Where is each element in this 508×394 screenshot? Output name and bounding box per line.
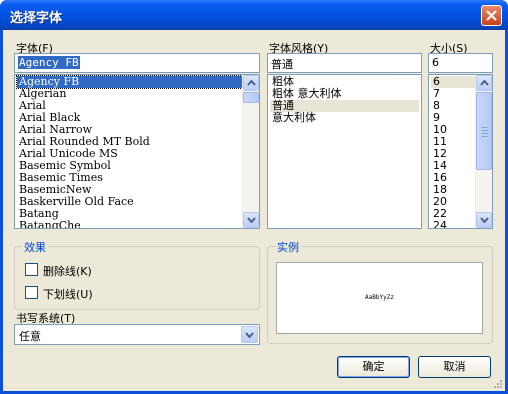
font-scroll-down-button[interactable] bbox=[243, 212, 259, 228]
strikeout-checkbox[interactable] bbox=[25, 263, 38, 276]
underline-label[interactable]: 下划线(U) bbox=[43, 286, 93, 302]
close-icon bbox=[486, 10, 497, 21]
chevron-down-icon bbox=[245, 332, 254, 338]
effects-group-title: 效果 bbox=[22, 239, 48, 255]
style-list[interactable]: 粗体 粗体 意大利体 普通 意大利体 bbox=[267, 74, 422, 229]
style-input[interactable]: 普通 bbox=[267, 53, 422, 73]
script-combobox[interactable]: 任意 bbox=[14, 324, 260, 345]
size-scroll-down-button[interactable] bbox=[476, 212, 492, 228]
chevron-down-icon bbox=[247, 217, 256, 223]
script-value: 任意 bbox=[19, 330, 41, 343]
sample-preview: AaBbYyZz bbox=[276, 262, 483, 334]
strikeout-label[interactable]: 删除线(K) bbox=[43, 263, 92, 279]
cancel-button[interactable]: 取消 bbox=[418, 356, 491, 378]
font-scroll-up-button[interactable] bbox=[243, 75, 259, 91]
font-list[interactable]: Agency FB Algerian Arial Arial Black Arial N… bbox=[14, 74, 260, 229]
font-list-item[interactable]: BatangChe bbox=[17, 220, 242, 229]
ok-button[interactable]: 确定 bbox=[337, 356, 410, 378]
size-scroll-thumb[interactable] bbox=[476, 92, 492, 170]
font-input[interactable]: Agency FB bbox=[14, 53, 260, 73]
sample-group-title: 实例 bbox=[275, 239, 301, 255]
font-list-scrollbar[interactable] bbox=[242, 75, 259, 228]
chevron-down-icon bbox=[480, 217, 489, 223]
size-input-value: 6 bbox=[432, 56, 439, 69]
font-scroll-thumb[interactable] bbox=[243, 92, 259, 103]
resize-grip-icon[interactable] bbox=[492, 378, 503, 389]
style-list-items: 粗体 粗体 意大利体 普通 意大利体 bbox=[270, 76, 419, 124]
title-bar[interactable]: 选择字体 bbox=[0, 0, 508, 30]
size-list[interactable]: 6 7 8 9 10 11 12 14 16 18 20 22 24 bbox=[428, 74, 493, 229]
chevron-up-icon bbox=[480, 80, 489, 86]
size-input[interactable]: 6 bbox=[428, 53, 493, 73]
chevron-up-icon bbox=[247, 80, 256, 86]
font-input-value: Agency FB bbox=[18, 56, 80, 69]
window-title: 选择字体 bbox=[10, 11, 63, 26]
underline-checkbox[interactable] bbox=[25, 286, 38, 299]
dialog-client-area: 字体(F) Agency FB Agency FB Algerian Arial Ar… bbox=[3, 30, 505, 391]
style-list-item[interactable]: 意大利体 bbox=[270, 112, 419, 124]
close-button[interactable] bbox=[481, 5, 502, 26]
style-input-value: 普通 bbox=[271, 58, 293, 71]
script-dropdown-button[interactable] bbox=[241, 326, 258, 343]
size-scroll-up-button[interactable] bbox=[476, 75, 492, 91]
sample-text: AaBbYyZz bbox=[365, 294, 394, 301]
size-list-scrollbar[interactable] bbox=[475, 75, 492, 228]
font-list-item[interactable]: Algerian bbox=[17, 88, 242, 100]
font-list-items: Agency FB Algerian Arial Arial Black Arial N… bbox=[16, 75, 243, 229]
size-list-items: 6 7 8 9 10 11 12 14 16 18 20 22 24 bbox=[431, 76, 475, 229]
size-list-item[interactable]: 24 bbox=[431, 220, 475, 229]
font-dialog-window: 选择字体 字体(F) Agency FB Agency FB Algerian Ar… bbox=[0, 0, 508, 394]
